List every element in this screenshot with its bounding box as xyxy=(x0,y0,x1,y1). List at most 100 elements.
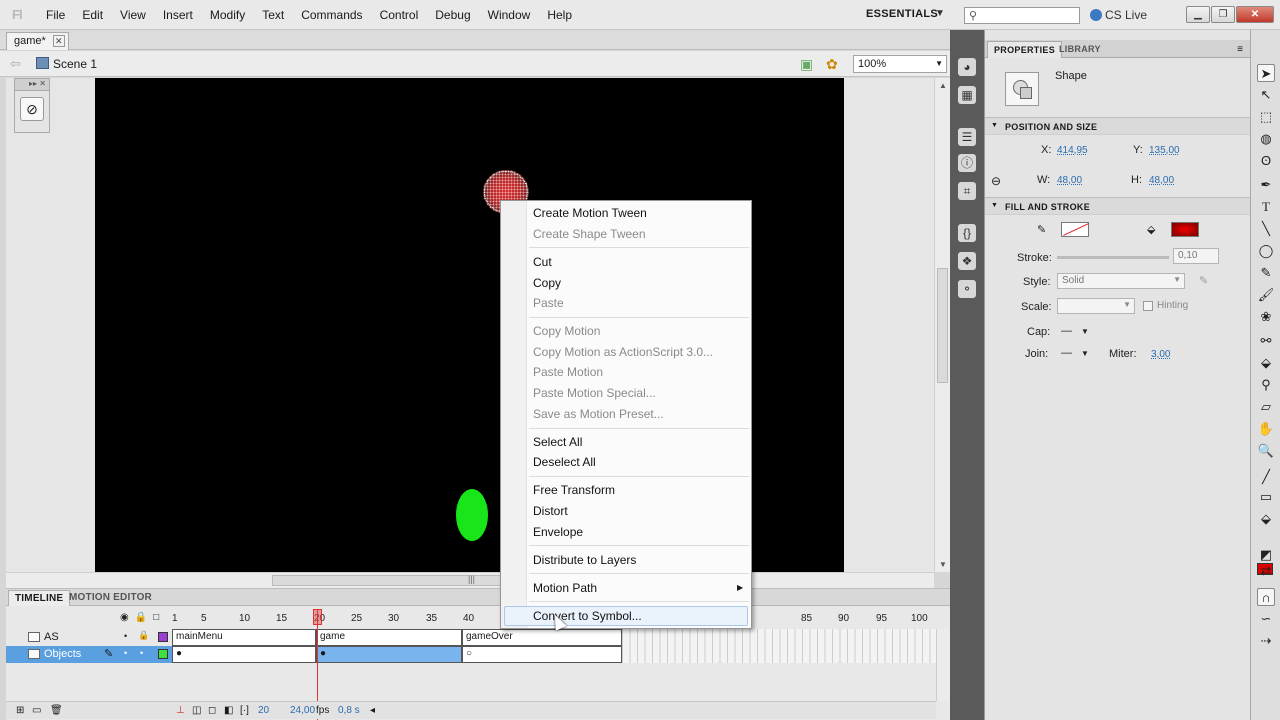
maximize-button[interactable]: ❐ xyxy=(1211,6,1235,23)
swatches-panel-icon[interactable]: ▦ xyxy=(958,86,976,104)
transform-panel-icon[interactable]: ⌗ xyxy=(958,182,976,200)
edit-symbols-icon[interactable]: ✿ xyxy=(826,56,838,73)
menu-item-envelope[interactable]: Envelope xyxy=(533,525,583,539)
section-position-size[interactable]: POSITION AND SIZE xyxy=(985,117,1251,135)
keyframe-span[interactable]: ○ xyxy=(462,646,622,663)
layer-row-selected[interactable]: Objects ✎ • • ● ● ○ xyxy=(6,646,936,663)
panel-menu-icon[interactable]: ≡ xyxy=(1237,44,1243,55)
menu-item-motion-path[interactable]: Motion Path xyxy=(533,581,597,595)
menu-item-deselect-all[interactable]: Deselect All xyxy=(533,455,596,469)
fill-color-swatch[interactable] xyxy=(1171,222,1199,237)
menu-item-copy-motion[interactable]: Copy Motion xyxy=(533,324,600,338)
menu-window[interactable]: Window xyxy=(488,8,542,22)
menu-item-free-transform[interactable]: Free Transform xyxy=(533,483,615,497)
color-panel-icon[interactable]: ◕ xyxy=(958,58,976,76)
menu-item-paste-motion[interactable]: Paste Motion xyxy=(533,365,603,379)
text-tool-icon[interactable]: T xyxy=(1257,198,1275,216)
menu-item-distort[interactable]: Distort xyxy=(533,504,568,518)
frame-label[interactable]: gameOver xyxy=(462,629,622,646)
menu-text[interactable]: Text xyxy=(262,8,295,22)
stroke-input[interactable]: 0,10 xyxy=(1173,248,1219,264)
menu-item-select-all[interactable]: Select All xyxy=(533,435,582,449)
tab-library[interactable]: LIBRARY xyxy=(1053,41,1107,57)
swap-colors-icon[interactable]: ⇄ xyxy=(1257,562,1275,580)
current-frame[interactable]: 20 xyxy=(258,705,269,716)
hinting-checkbox[interactable] xyxy=(1143,301,1153,311)
y-value[interactable]: 135,00 xyxy=(1149,145,1180,156)
panel-grip[interactable]: ▸▸ ✕ xyxy=(15,79,49,91)
menu-item-create-shape-tween[interactable]: Create Shape Tween xyxy=(533,227,646,241)
code-snippets-icon[interactable]: {} xyxy=(958,224,976,242)
scroll-left-icon[interactable]: ◂ xyxy=(370,705,375,716)
empty-frames[interactable] xyxy=(622,629,936,646)
layer-name[interactable]: Objects xyxy=(44,648,81,660)
selection-tool-icon[interactable]: ➤ xyxy=(1257,64,1275,82)
menu-modify[interactable]: Modify xyxy=(210,8,256,22)
menu-insert[interactable]: Insert xyxy=(163,8,204,22)
scale-select[interactable]: ▼ xyxy=(1057,298,1135,314)
edit-scene-icon[interactable]: ▣ xyxy=(800,56,813,73)
scroll-down-icon[interactable]: ▼ xyxy=(939,560,947,569)
eyedropper-tool-icon[interactable]: ⚲ xyxy=(1257,376,1275,394)
chevron-down-icon[interactable]: ▼ xyxy=(1081,327,1089,336)
info-panel-icon[interactable]: ⓘ xyxy=(958,154,976,172)
empty-frames[interactable] xyxy=(622,646,936,663)
menu-help[interactable]: Help xyxy=(547,8,583,22)
timeline-vertical-scrollbar[interactable] xyxy=(936,629,950,701)
deco-tool-icon[interactable]: ❀ xyxy=(1257,308,1275,326)
chevron-down-icon[interactable]: ▼ xyxy=(1081,349,1089,358)
menu-item-copy-motion-as[interactable]: Copy Motion as ActionScript 3.0... xyxy=(533,345,713,359)
close-tab-icon[interactable]: ✕ xyxy=(52,35,65,47)
straighten-icon[interactable]: ⇢ xyxy=(1257,632,1275,650)
menu-debug[interactable]: Debug xyxy=(435,8,481,22)
new-folder-icon[interactable]: ▭ xyxy=(32,705,41,716)
fill-color-icon[interactable]: ⬙ xyxy=(1257,510,1275,528)
miter-value[interactable]: 3,00 xyxy=(1151,349,1170,360)
brush-tool-icon[interactable]: 🖌 xyxy=(1257,286,1275,304)
menu-item-distribute-to-layers[interactable]: Distribute to Layers xyxy=(533,553,636,567)
oval-tool-icon[interactable]: ◯ xyxy=(1257,242,1275,260)
paint-bucket-tool-icon[interactable]: ⬙ xyxy=(1257,354,1275,372)
menu-item-create-motion-tween[interactable]: Create Motion Tween xyxy=(533,206,647,220)
stroke-color-swatch[interactable] xyxy=(1061,222,1089,237)
menu-control[interactable]: Control xyxy=(380,8,430,22)
stroke-swatch-icon[interactable]: ▭ xyxy=(1257,488,1275,506)
stroke-slider[interactable] xyxy=(1057,256,1169,259)
menu-item-paste[interactable]: Paste xyxy=(533,296,564,310)
onion-markers-icon[interactable]: [·] xyxy=(240,705,249,716)
scroll-up-icon[interactable]: ▲ xyxy=(939,81,947,90)
lasso-tool-icon[interactable]: ʘ xyxy=(1257,152,1275,170)
components-panel-icon[interactable]: ❖ xyxy=(958,252,976,270)
workspace-switcher[interactable]: ESSENTIALS xyxy=(866,8,938,20)
cs-live-button[interactable]: CS Live xyxy=(1090,8,1147,22)
cap-select[interactable]: — xyxy=(1061,325,1072,337)
scroll-thumb[interactable] xyxy=(937,268,948,383)
pencil-tool-icon[interactable]: ✎ xyxy=(1257,264,1275,282)
new-layer-icon[interactable]: ⊞ xyxy=(16,705,24,716)
layer-name[interactable]: AS xyxy=(44,631,59,643)
stage-horizontal-scrollbar[interactable]: ||| xyxy=(6,572,934,588)
section-fill-stroke[interactable]: FILL AND STROKE xyxy=(985,197,1251,215)
stage-vertical-scrollbar[interactable]: ▲ ▼ xyxy=(934,78,950,572)
layer-row[interactable]: AS • 🔒 mainMenu game gameOver xyxy=(6,629,936,646)
edit-stroke-style-icon[interactable]: ✎ xyxy=(1199,274,1208,287)
frame-label[interactable]: game xyxy=(316,629,462,646)
menu-edit[interactable]: Edit xyxy=(82,8,114,22)
tab-timeline[interactable]: TIMELINE xyxy=(8,590,71,606)
menu-item-copy[interactable]: Copy xyxy=(533,276,561,290)
search-input[interactable]: ⚲ xyxy=(964,7,1080,24)
3d-rotation-tool-icon[interactable]: ◍ xyxy=(1257,130,1275,148)
w-value[interactable]: 48,00 xyxy=(1057,175,1082,186)
link-icon[interactable]: ⊖ xyxy=(991,174,1001,188)
edit-multiple-icon[interactable]: ◧ xyxy=(224,705,233,716)
hand-tool-icon[interactable]: ✋ xyxy=(1257,420,1275,438)
subselection-tool-icon[interactable]: ↖ xyxy=(1257,86,1275,104)
menu-item-cut[interactable]: Cut xyxy=(533,255,552,269)
visibility-dot-icon[interactable]: • xyxy=(124,631,127,641)
menu-view[interactable]: View xyxy=(120,8,157,22)
keyframe-span[interactable]: ● xyxy=(172,646,316,663)
join-select[interactable]: — xyxy=(1061,347,1072,359)
keyframe-span-selected[interactable]: ● xyxy=(316,646,462,663)
delete-layer-icon[interactable]: 🗑 xyxy=(50,705,63,716)
onion-skin-icon[interactable]: ◫ xyxy=(192,705,201,716)
